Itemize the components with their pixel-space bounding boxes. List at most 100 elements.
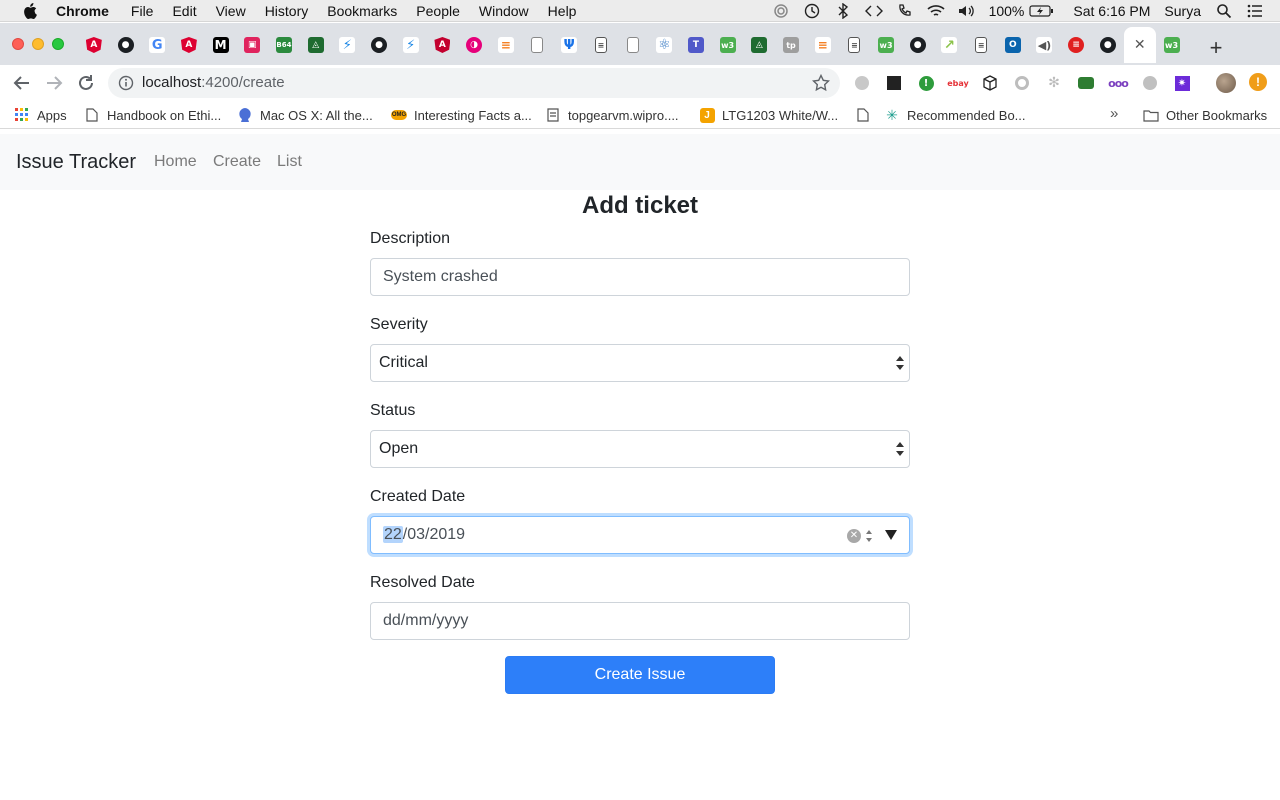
created-date-day-segment[interactable]: 22 <box>383 526 403 543</box>
menu-edit[interactable]: Edit <box>172 0 196 22</box>
menu-bookmarks[interactable]: Bookmarks <box>327 0 397 22</box>
new-tab-button[interactable]: + <box>1204 35 1228 60</box>
tab-github-2[interactable]: ● <box>363 27 395 63</box>
tab-doc-2[interactable] <box>617 27 649 63</box>
tab-tp[interactable]: tp <box>775 27 807 63</box>
gear-extension-icon[interactable] <box>1012 74 1032 92</box>
tab-lightning-2[interactable]: ⚡ <box>395 27 427 63</box>
chrome-update-alert-icon[interactable]: ! <box>1249 73 1267 91</box>
tab-notes-1[interactable]: ≡ <box>585 27 617 63</box>
tab-trident[interactable]: Ψ <box>553 27 585 63</box>
bluetooth-icon[interactable] <box>834 3 852 19</box>
tab-angular-1[interactable]: A <box>78 27 110 63</box>
time-machine-icon[interactable] <box>803 3 821 19</box>
bookmark-topgearvm[interactable]: topgearvm.wipro.... <box>545 105 679 125</box>
resolved-date-input[interactable]: dd/mm/yyyy <box>370 602 910 640</box>
menu-help[interactable]: Help <box>548 0 577 22</box>
apple-logo-icon[interactable] <box>20 2 40 19</box>
forward-button[interactable] <box>42 71 66 95</box>
gray-circle-extension-icon[interactable] <box>852 74 872 92</box>
menu-window[interactable]: Window <box>479 0 529 22</box>
status-select[interactable]: Open <box>370 430 910 468</box>
bookmark-untitled[interactable] <box>855 105 878 125</box>
wifi-icon[interactable] <box>927 3 945 19</box>
tab-stackoverflow-1[interactable]: ≡ <box>490 27 522 63</box>
url-text[interactable]: localhost:4200/create <box>142 68 285 98</box>
tab-teams[interactable]: T <box>680 27 712 63</box>
app-brand[interactable]: Issue Tracker <box>16 134 136 190</box>
tab-arrow[interactable]: ↗ <box>934 27 966 63</box>
nav-list-link[interactable]: List <box>277 134 302 190</box>
bookmark-handbook[interactable]: Handbook on Ethi... <box>84 105 221 125</box>
tab-github-4[interactable]: ● <box>1092 27 1124 63</box>
tab-w3-3[interactable]: w3 <box>1156 27 1188 63</box>
tab-stackoverflow-2[interactable]: ≡ <box>807 27 839 63</box>
severity-select[interactable]: Critical <box>370 344 910 382</box>
tab-audio[interactable]: ◀) <box>1029 27 1061 63</box>
code-brackets-icon[interactable] <box>864 3 883 19</box>
bookmark-other[interactable]: Other Bookmarks <box>1143 105 1267 125</box>
cube-extension-icon[interactable] <box>980 74 1000 92</box>
tab-github-1[interactable]: ● <box>110 27 142 63</box>
bookmark-macosx[interactable]: Mac OS X: All the... <box>237 105 373 125</box>
menu-file[interactable]: File <box>131 0 154 22</box>
reload-button[interactable] <box>74 71 98 95</box>
tractor-extension-icon[interactable] <box>1076 74 1096 92</box>
volume-icon[interactable] <box>958 3 976 19</box>
phone-icon[interactable] <box>896 3 914 19</box>
green-alert-extension-icon[interactable]: ! <box>916 74 936 92</box>
tab-lightning-1[interactable]: ⚡ <box>332 27 364 63</box>
description-input[interactable]: System crashed <box>370 258 910 296</box>
notification-center-icon[interactable] <box>1246 3 1264 19</box>
tab-notes-3[interactable]: ≡ <box>965 27 997 63</box>
tab-app-green-2[interactable]: ◬ <box>743 27 775 63</box>
nav-home-link[interactable]: Home <box>154 134 197 190</box>
date-spinner-icon[interactable] <box>865 528 873 544</box>
bookmark-interesting-facts[interactable]: OMG Interesting Facts a... <box>391 105 532 125</box>
tab-w3-2[interactable]: w3 <box>870 27 902 63</box>
bookmark-apps[interactable]: Apps <box>14 105 67 125</box>
tab-github-3[interactable]: ● <box>902 27 934 63</box>
menu-people[interactable]: People <box>416 0 460 22</box>
spotlight-search-icon[interactable] <box>1215 3 1233 19</box>
bookmark-star-icon[interactable] <box>812 74 830 92</box>
swirl-status-icon[interactable] <box>772 3 790 19</box>
info-icon[interactable] <box>118 75 134 91</box>
tab-active-close[interactable]: ✕ <box>1123 27 1156 63</box>
minimize-window-button[interactable] <box>32 38 44 50</box>
menu-history[interactable]: History <box>265 0 309 22</box>
tab-red-circle[interactable]: ≡ <box>1060 27 1092 63</box>
tab-angular-2[interactable]: A <box>173 27 205 63</box>
bookmark-ltg1203[interactable]: J LTG1203 White/W... <box>699 105 838 125</box>
clear-date-icon[interactable]: ✕ <box>847 529 861 543</box>
tab-google[interactable]: G <box>141 27 173 63</box>
tab-medium[interactable]: M <box>205 27 237 63</box>
tab-angular-3[interactable]: A <box>427 27 459 63</box>
back-button[interactable] <box>10 71 34 95</box>
close-window-button[interactable] <box>12 38 24 50</box>
close-tab-icon[interactable]: ✕ <box>1132 37 1148 53</box>
menu-view[interactable]: View <box>216 0 246 22</box>
tab-copy[interactable]: ▣ <box>236 27 268 63</box>
menu-chrome[interactable]: Chrome <box>56 0 109 22</box>
qr-extension-icon[interactable] <box>884 74 904 92</box>
profile-avatar[interactable] <box>1216 73 1236 93</box>
bookmark-recommended[interactable]: ✳ Recommended Bo... <box>884 105 1025 125</box>
globe-extension-icon[interactable] <box>1140 74 1160 92</box>
zoom-window-button[interactable] <box>52 38 64 50</box>
tab-app-green-1[interactable]: ◬ <box>300 27 332 63</box>
tab-outlook[interactable]: O <box>997 27 1029 63</box>
tab-pink[interactable]: ◑ <box>458 27 490 63</box>
tab-w3-1[interactable]: w3 <box>712 27 744 63</box>
ebay-extension-icon[interactable]: ebay <box>947 74 969 92</box>
user-name[interactable]: Surya <box>1164 3 1201 19</box>
snowflake-extension-icon[interactable]: ✻ <box>1044 74 1064 92</box>
clock[interactable]: Sat 6:16 PM <box>1073 3 1150 19</box>
battery-charging-icon[interactable] <box>1028 3 1054 19</box>
purple-star-extension-icon[interactable]: ✷ <box>1172 74 1192 92</box>
grid-extension-icon[interactable]: ooo <box>1108 74 1129 92</box>
create-issue-button[interactable]: Create Issue <box>505 656 775 694</box>
bookmarks-overflow-chevron[interactable]: » <box>1110 105 1118 122</box>
address-bar[interactable]: localhost:4200/create <box>108 68 840 98</box>
calendar-dropdown-icon[interactable] <box>885 530 897 540</box>
